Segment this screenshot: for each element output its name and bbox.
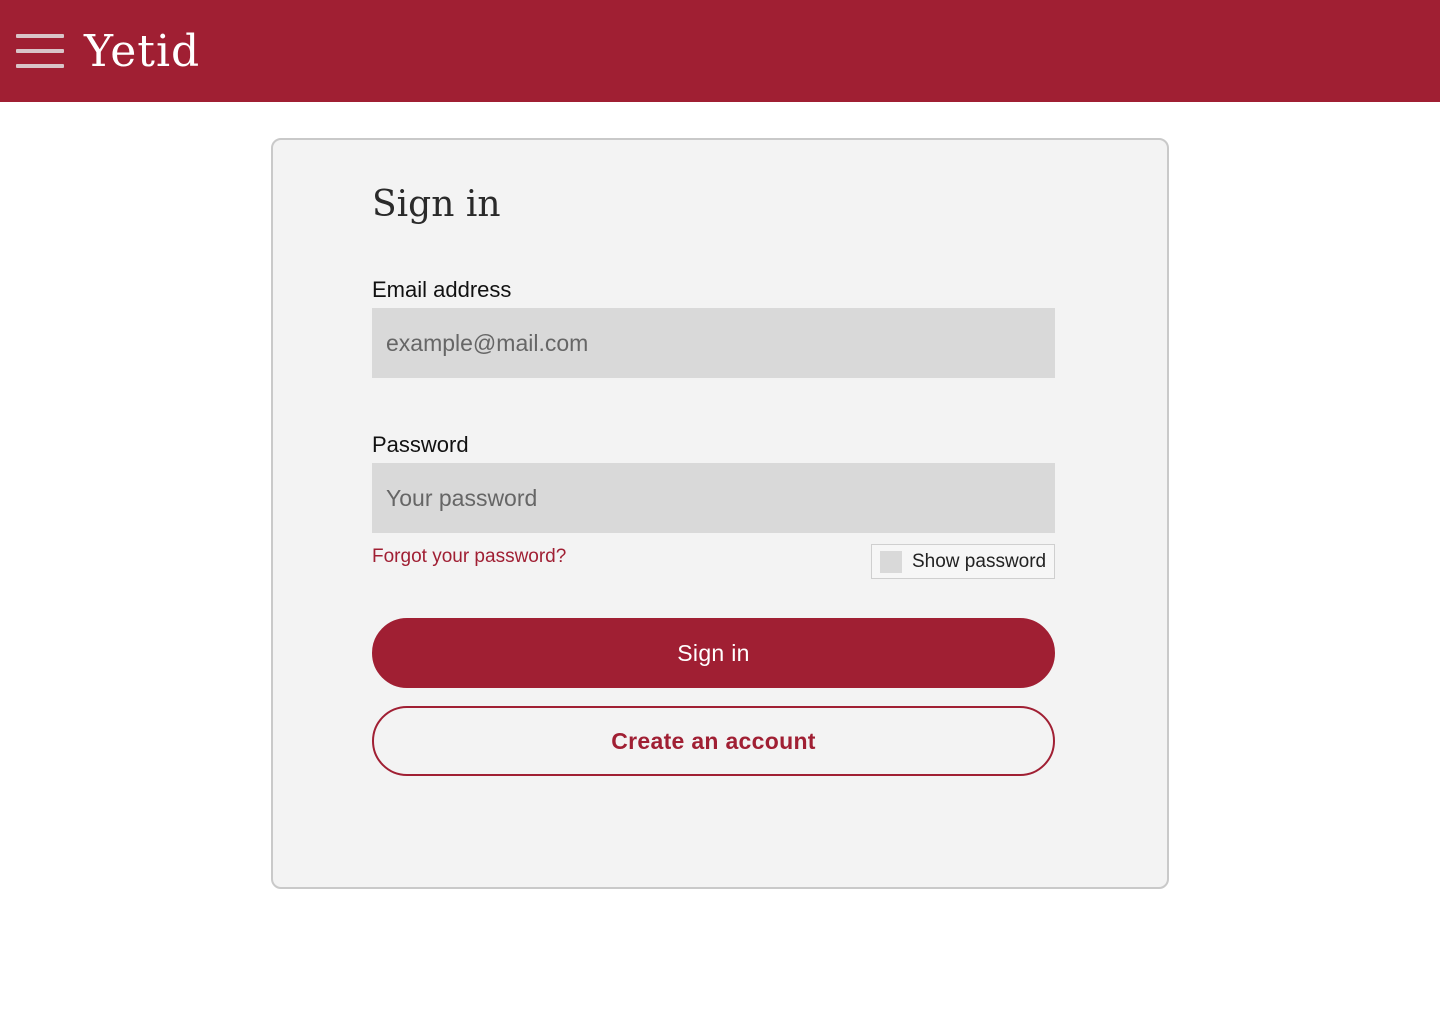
- forgot-password-link[interactable]: Forgot your password?: [372, 544, 566, 570]
- brand-logo[interactable]: Yetid: [84, 24, 200, 80]
- email-field[interactable]: [372, 308, 1055, 378]
- menu-bar-line: [16, 49, 64, 53]
- show-password-label: Show password: [912, 551, 1047, 572]
- checkbox[interactable]: [880, 551, 902, 573]
- menu-bar-line: [16, 34, 64, 38]
- password-field[interactable]: [372, 463, 1055, 533]
- page-title: Sign in: [372, 184, 501, 225]
- sign-in-button[interactable]: Sign in: [372, 618, 1055, 688]
- password-label: Password: [372, 432, 469, 457]
- signin-card: Sign in Email address Password Forgot yo…: [271, 138, 1169, 889]
- show-password-toggle[interactable]: Show password: [871, 544, 1055, 579]
- hamburger-menu-icon[interactable]: [16, 30, 64, 72]
- top-bar: Yetid: [0, 0, 1440, 102]
- create-account-button[interactable]: Create an account: [372, 706, 1055, 776]
- email-label: Email address: [372, 277, 512, 302]
- menu-bar-line: [16, 64, 64, 68]
